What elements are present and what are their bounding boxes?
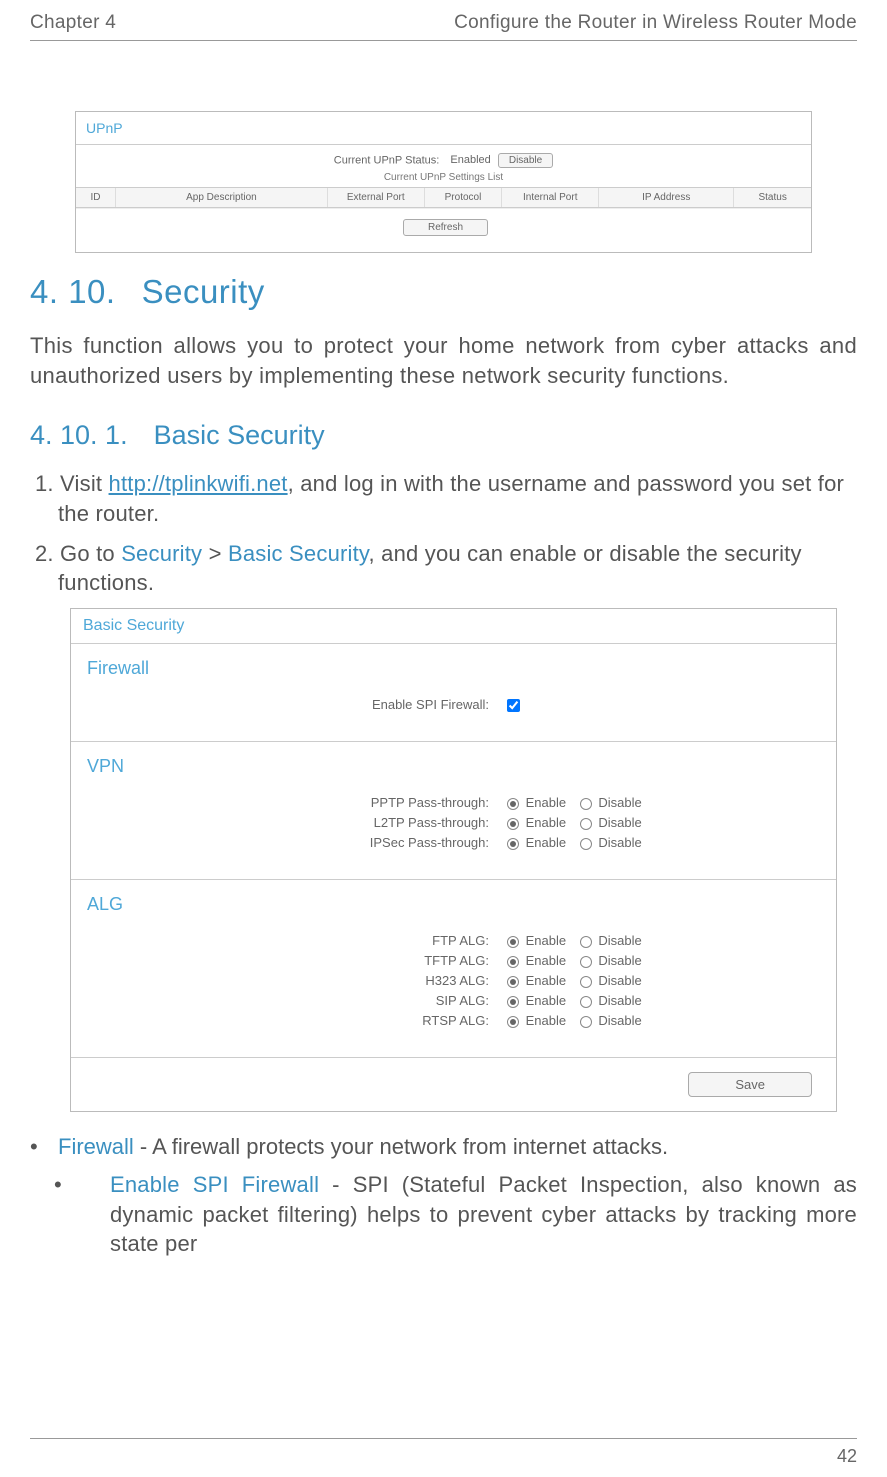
col-app-description: App Description	[116, 188, 328, 207]
h323-alg-enable-radio[interactable]	[507, 976, 519, 988]
tftp-alg-label: TFTP ALG:	[87, 953, 507, 968]
sip-alg-enable-radio[interactable]	[507, 996, 519, 1008]
nav-security: Security	[121, 541, 202, 566]
basic-security-heading-number: 4. 10. 1.	[30, 420, 128, 450]
step-1: 1. Visit http://tplinkwifi.net, and log …	[30, 469, 857, 528]
vpn-section-head: VPN	[87, 756, 820, 777]
alg-section-head: ALG	[87, 894, 820, 915]
upnp-status-row: Current UPnP Status: Enabled Disable	[76, 153, 811, 168]
firewall-term: Firewall	[58, 1134, 134, 1159]
ftp-alg-enable-radio[interactable]	[507, 936, 519, 948]
upnp-list-title: Current UPnP Settings List	[76, 172, 811, 183]
ipsec-label: IPSec Pass-through:	[87, 835, 507, 850]
upnp-refresh-button[interactable]: Refresh	[403, 219, 488, 236]
sip-alg-disable-radio[interactable]	[580, 996, 592, 1008]
rtsp-alg-enable-radio[interactable]	[507, 1016, 519, 1028]
tftp-alg-enable-radio[interactable]	[507, 956, 519, 968]
l2tp-label: L2TP Pass-through:	[87, 815, 507, 830]
step-2-pre: 2. Go to	[35, 541, 121, 566]
save-button[interactable]: Save	[688, 1072, 812, 1097]
spi-firewall-label: Enable SPI Firewall:	[87, 697, 507, 712]
page-header: Chapter 4 Configure the Router in Wirele…	[30, 0, 857, 34]
ftp-alg-disable-radio[interactable]	[580, 936, 592, 948]
upnp-status-value: Enabled	[450, 154, 490, 166]
upnp-disable-button[interactable]: Disable	[498, 153, 553, 168]
footer-divider	[30, 1438, 857, 1439]
rtsp-alg-label: RTSP ALG:	[87, 1013, 507, 1028]
bullet-icon: •	[82, 1170, 110, 1200]
upnp-screenshot: UPnP Current UPnP Status: Enabled Disabl…	[75, 111, 812, 253]
firewall-section-head: Firewall	[87, 658, 820, 679]
firewall-bullet: •Firewall - A firewall protects your net…	[30, 1132, 857, 1162]
basic-security-heading: 4. 10. 1. Basic Security	[30, 420, 857, 451]
pptp-enable-radio[interactable]	[507, 798, 519, 810]
vpn-section: VPN PPTP Pass-through: Enable Disable L2…	[71, 742, 836, 880]
col-protocol: Protocol	[425, 188, 503, 207]
col-external-port: External Port	[328, 188, 425, 207]
header-divider	[30, 40, 857, 41]
basic-security-screenshot: Basic Security Firewall Enable SPI Firew…	[70, 608, 837, 1112]
step-2: 2. Go to Security > Basic Security, and …	[30, 539, 857, 598]
tplink-url-link[interactable]: http://tplinkwifi.net	[109, 471, 288, 496]
chapter-label: Chapter 4	[30, 12, 116, 34]
rtsp-alg-disable-radio[interactable]	[580, 1016, 592, 1028]
tftp-alg-disable-radio[interactable]	[580, 956, 592, 968]
col-ip-address: IP Address	[599, 188, 734, 207]
ipsec-enable-radio[interactable]	[507, 838, 519, 850]
basic-security-panel-title: Basic Security	[71, 609, 836, 644]
ipsec-disable-radio[interactable]	[580, 838, 592, 850]
l2tp-enable-radio[interactable]	[507, 818, 519, 830]
spi-firewall-checkbox[interactable]	[507, 699, 520, 712]
upnp-title: UPnP	[76, 112, 811, 145]
alg-section: ALG FTP ALG: Enable Disable TFTP ALG: En…	[71, 880, 836, 1058]
col-status: Status	[734, 188, 811, 207]
spi-firewall-bullet: •Enable SPI Firewall - SPI (Stateful Pac…	[30, 1170, 857, 1259]
h323-alg-disable-radio[interactable]	[580, 976, 592, 988]
security-heading-title: Security	[142, 273, 265, 310]
pptp-label: PPTP Pass-through:	[87, 795, 507, 810]
firewall-section: Firewall Enable SPI Firewall:	[71, 644, 836, 742]
bullet-icon: •	[44, 1132, 58, 1162]
nav-basic-security: Basic Security	[228, 541, 369, 566]
ftp-alg-label: FTP ALG:	[87, 933, 507, 948]
firewall-desc: - A firewall protects your network from …	[134, 1134, 668, 1159]
h323-alg-label: H323 ALG:	[87, 973, 507, 988]
pptp-disable-radio[interactable]	[580, 798, 592, 810]
upnp-table-header: ID App Description External Port Protoco…	[76, 187, 811, 208]
chapter-title: Configure the Router in Wireless Router …	[454, 12, 857, 34]
basic-security-heading-title: Basic Security	[154, 420, 325, 450]
spi-firewall-term: Enable SPI Firewall	[110, 1172, 319, 1197]
security-intro-paragraph: This function allows you to protect your…	[30, 331, 857, 390]
step-1-pre: 1. Visit	[35, 471, 109, 496]
security-heading: 4. 10. Security	[30, 273, 857, 311]
upnp-status-label: Current UPnP Status:	[334, 154, 440, 166]
page-number: 42	[837, 1446, 857, 1467]
step-2-sep: >	[202, 541, 228, 566]
security-heading-number: 4. 10.	[30, 273, 116, 310]
sip-alg-label: SIP ALG:	[87, 993, 507, 1008]
l2tp-disable-radio[interactable]	[580, 818, 592, 830]
col-internal-port: Internal Port	[502, 188, 599, 207]
col-id: ID	[76, 188, 116, 207]
